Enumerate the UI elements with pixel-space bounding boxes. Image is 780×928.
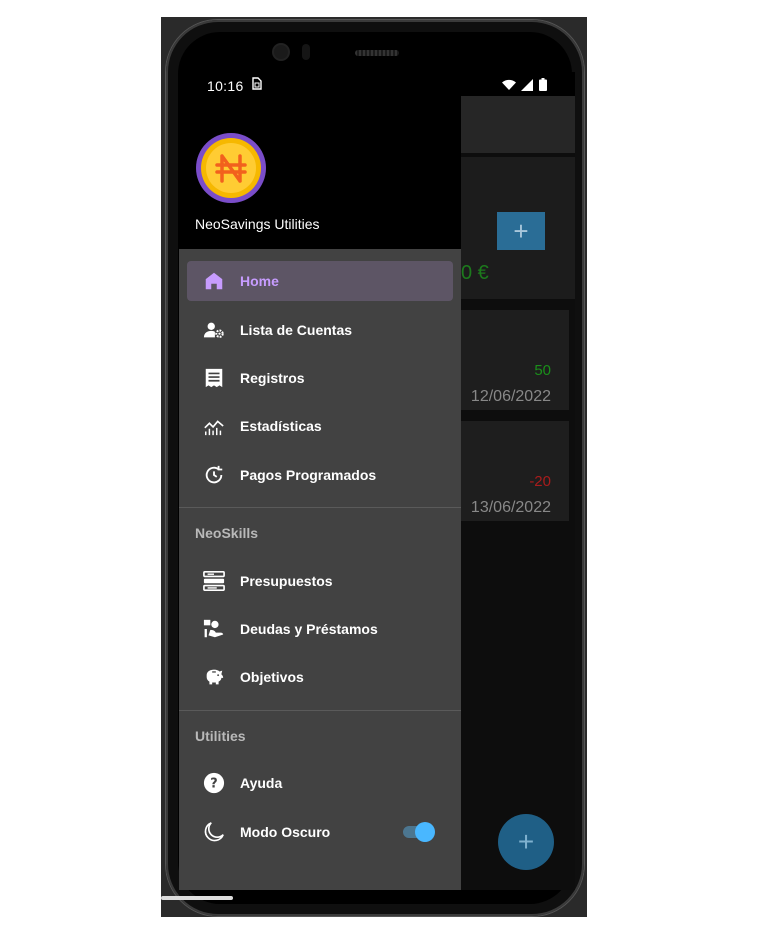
battery-icon <box>539 78 547 91</box>
record-value: 50 <box>534 362 551 379</box>
add-account-button: + <box>497 212 545 250</box>
background-toolbar <box>461 96 575 153</box>
naira-coin-icon <box>196 133 266 203</box>
scheduled-clock-icon <box>205 465 223 484</box>
wifi-icon <box>501 79 516 90</box>
drawer-item-lista-de-cuentas[interactable]: Lista de Cuentas <box>187 310 453 350</box>
front-camera <box>274 45 288 59</box>
home-icon <box>205 272 223 290</box>
drawer-item-pagos-programados[interactable]: Pagos Programados <box>187 455 453 495</box>
earpiece-speaker <box>355 50 399 56</box>
status-icons <box>501 78 547 94</box>
balance-amount: 0 € <box>461 262 489 284</box>
section-title-neoskills: NeoSkills <box>195 525 259 541</box>
drawer-item-label: Pagos Programados <box>240 467 377 483</box>
app-name: NeoSavings Utilities <box>195 216 320 232</box>
record-date: 13/06/2022 <box>470 499 551 516</box>
signal-icon <box>521 79 534 91</box>
drawer-item-home[interactable]: Home <box>187 261 453 301</box>
proximity-sensor <box>302 44 310 60</box>
drawer-item-objetivos[interactable]: Objetivos <box>187 657 453 697</box>
record-row: -20 13/06/2022 <box>461 421 569 521</box>
record-row: 50 12/06/2022 <box>461 310 569 410</box>
drawer-item-label: Deudas y Préstamos <box>240 621 378 637</box>
receipt-icon <box>205 368 223 388</box>
chart-icon <box>204 420 224 436</box>
drawer-item-registros[interactable]: Registros <box>187 358 453 398</box>
screen: + 0 € 50 12/06/2022 -20 13/06/2022 + 10:… <box>179 72 575 890</box>
section-title-utilities: Utilities <box>195 728 246 744</box>
dark-mode-toggle[interactable] <box>415 822 435 842</box>
add-record-fab: + <box>498 814 554 870</box>
drawer-header: NeoSavings Utilities <box>179 72 461 249</box>
sim-card-icon <box>251 77 262 93</box>
drawer-item-ayuda[interactable]: ? Ayuda <box>187 763 453 803</box>
drawer-item-label: Estadísticas <box>240 418 322 434</box>
drawer-item-label: Lista de Cuentas <box>240 322 353 338</box>
piggy-bank-icon <box>206 669 224 685</box>
help-icon: ? <box>203 772 225 794</box>
status-time: 10:16 <box>207 78 244 94</box>
record-date: 12/06/2022 <box>470 388 551 405</box>
drawer-item-label: Objetivos <box>240 669 304 685</box>
drawer-item-label: Registros <box>240 370 305 386</box>
drawer-item-label: Home <box>240 273 279 289</box>
moon-icon <box>204 822 224 842</box>
divider <box>179 710 461 711</box>
drawer-item-deudas-y-prestamos[interactable]: Deudas y Préstamos <box>187 609 453 649</box>
drawer-item-presupuestos[interactable]: Presupuestos <box>187 561 453 601</box>
drawer-item-label: Modo Oscuro <box>240 824 331 840</box>
divider <box>179 507 461 508</box>
budget-icon <box>203 571 225 591</box>
drawer-item-label: Ayuda <box>240 775 283 791</box>
accounts-settings-icon <box>203 322 224 338</box>
gesture-nav-bar[interactable] <box>161 896 233 900</box>
drawer-item-estadisticas[interactable]: Estadísticas <box>187 406 453 446</box>
record-value: -20 <box>529 473 551 490</box>
drawer-item-label: Presupuestos <box>240 573 333 589</box>
debt-loan-icon <box>203 619 224 638</box>
svg-text:?: ? <box>210 777 217 792</box>
navigation-drawer: NeoSavings Utilities Home Lista de Cuent… <box>179 72 461 890</box>
status-bar: 10:16 <box>179 72 575 98</box>
